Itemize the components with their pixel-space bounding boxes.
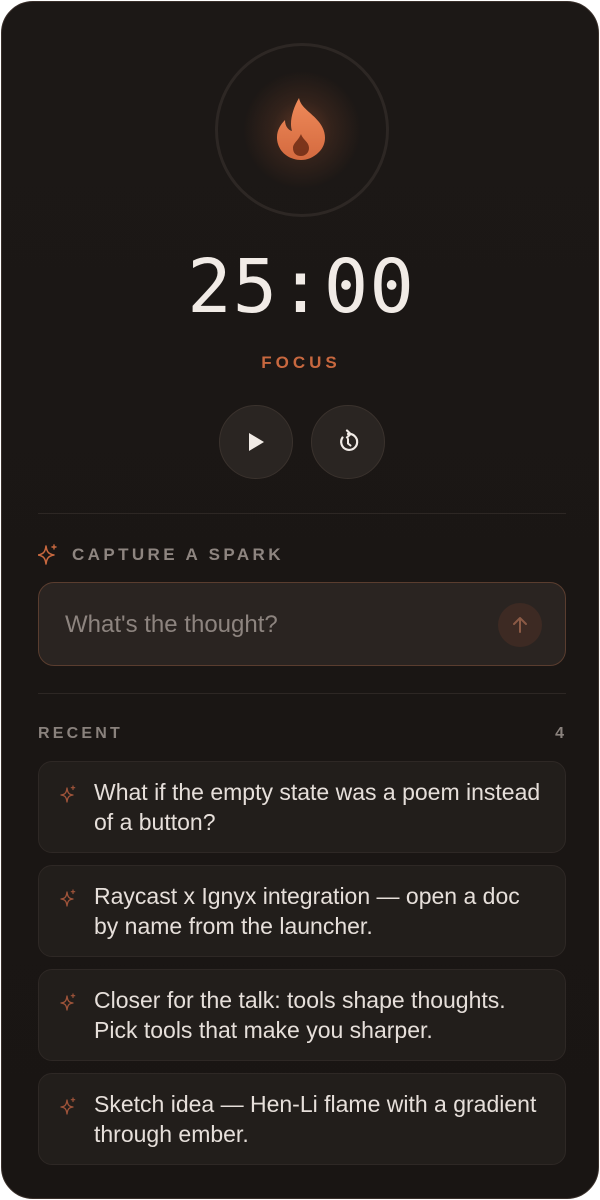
send-button[interactable] — [498, 603, 542, 647]
recent-item-text: Sketch idea — Hen-Li flame with a gradie… — [94, 1091, 537, 1147]
spark-timer-panel: 25:00 FOCUS CAPTURE A SPARK RECENT 4 — [1, 1, 599, 1199]
recent-count: 4 — [555, 725, 564, 742]
flame-icon — [276, 98, 325, 160]
play-icon — [249, 433, 264, 451]
section-divider — [38, 693, 566, 694]
sparkle-icon — [60, 993, 76, 1011]
recent-item-text: Raycast x Ignyx integration — open a doc… — [94, 883, 520, 939]
capture-title: CAPTURE A SPARK — [72, 545, 284, 564]
section-divider — [38, 513, 566, 514]
recent-item[interactable]: Closer for the talk: tools shape thought… — [38, 969, 566, 1061]
recent-item[interactable]: What if the empty state was a poem inste… — [38, 761, 566, 853]
recent-item-text: What if the empty state was a poem inste… — [94, 779, 541, 835]
timer-display: 25:00 — [187, 244, 415, 330]
reset-icon — [340, 429, 359, 451]
sparkle-icon — [60, 785, 76, 803]
recent-item[interactable]: Sketch idea — Hen-Li flame with a gradie… — [38, 1073, 566, 1165]
play-button[interactable] — [219, 405, 293, 479]
sparkle-icon — [38, 544, 57, 565]
thought-input[interactable] — [63, 603, 483, 647]
recent-item-text: Closer for the talk: tools shape thought… — [94, 987, 506, 1043]
reset-button[interactable] — [311, 405, 385, 479]
arrow-up-icon — [513, 617, 527, 633]
capture-box — [38, 582, 566, 666]
timer-mode-label: FOCUS — [261, 353, 341, 372]
recent-title: RECENT — [38, 725, 123, 742]
sparkle-icon — [60, 1097, 76, 1115]
capture-header: CAPTURE A SPARK — [38, 543, 284, 567]
recent-item[interactable]: Raycast x Ignyx integration — open a doc… — [38, 865, 566, 957]
sparkle-icon — [60, 889, 76, 907]
